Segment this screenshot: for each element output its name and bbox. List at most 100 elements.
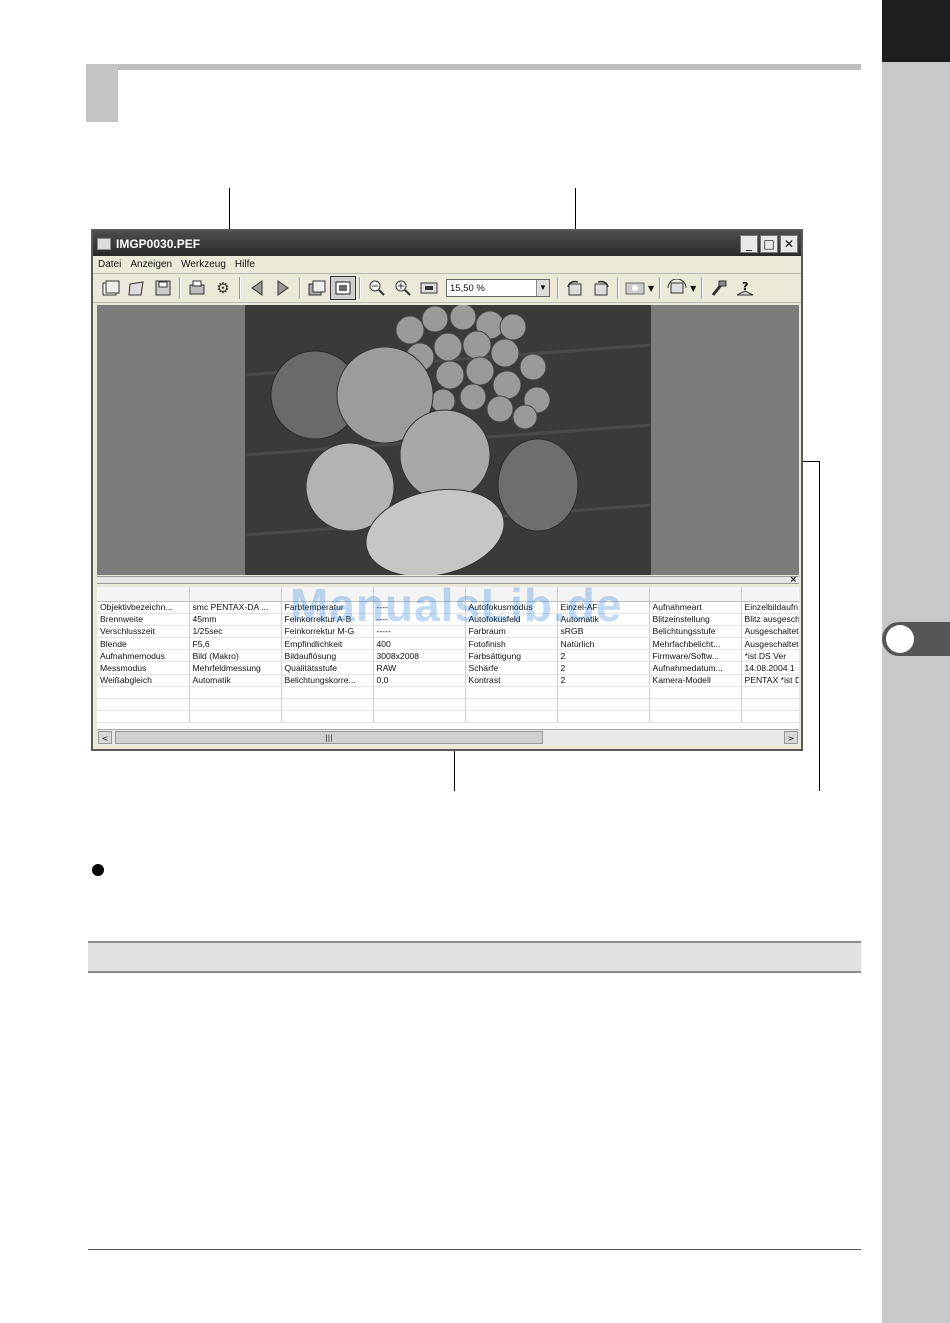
section-title-line — [86, 64, 861, 70]
table-cell: Blitz ausgesch — [741, 613, 799, 626]
table-cell: 2 — [557, 674, 650, 687]
table-cell: Blitzeinstellung — [649, 613, 742, 626]
table-cell: Bild (Makro) — [189, 649, 282, 663]
toolbar-separator — [617, 277, 619, 299]
table-cell: 1/25sec — [189, 625, 282, 639]
table-cell: Brennweite — [97, 613, 190, 626]
table-cell: 2 — [557, 661, 650, 675]
scroll-thumb[interactable]: ||| — [115, 731, 543, 744]
image-viewer[interactable] — [97, 305, 799, 575]
table-row-empty — [97, 710, 799, 724]
table-cell: Fotofinish — [465, 637, 558, 651]
table-row: Blende F5,6 Empfindlichkeit 400 Fotofini… — [97, 637, 799, 651]
table-cell: 14.08.2004 1 — [741, 661, 799, 675]
minimize-button[interactable]: _ — [740, 234, 758, 253]
table-cell: RAW — [373, 661, 466, 675]
toolbar-separator — [179, 277, 181, 299]
table-cell: Belichtungsstufe — [649, 625, 742, 639]
table-cell: Aufnahmedatum... — [649, 661, 742, 675]
close-info-panel-icon[interactable]: × — [789, 575, 797, 585]
table-cell: Ausgeschaltet — [741, 637, 799, 651]
table-cell: Kontrast — [465, 674, 558, 687]
table-cell: Automatik — [189, 674, 282, 687]
print-icon[interactable] — [184, 276, 210, 300]
table-cell: Aufnahmemodus — [97, 649, 190, 663]
callout-line-viewer-vertical — [819, 461, 820, 791]
rotate-left-icon[interactable] — [562, 276, 588, 300]
table-cell: Mehrfeldmessung — [189, 661, 282, 675]
table-cell: *ist DS Ver — [741, 649, 799, 663]
table-cell: Blende — [97, 637, 190, 651]
bullet-point — [92, 864, 104, 876]
viewer-window: IMGP0030.PEF _ □ ✕ Datei Anzeigen Werkze… — [91, 229, 803, 751]
zoom-out-icon[interactable] — [364, 276, 390, 300]
toolbar-separator — [359, 277, 361, 299]
display-mode-icon[interactable] — [622, 276, 648, 300]
menu-hilfe[interactable]: Hilfe — [235, 259, 255, 270]
save-icon[interactable] — [150, 276, 176, 300]
table-cell: PENTAX *ist D — [741, 674, 799, 687]
fullscreen-icon[interactable] — [304, 276, 330, 300]
table-cell: 2 — [557, 649, 650, 663]
open-folder-icon[interactable] — [124, 276, 150, 300]
zoom-value: 15,50 % — [450, 282, 485, 294]
table-cell: Weißabgleich — [97, 674, 190, 687]
section-title-block — [86, 64, 118, 122]
toolbar: ⚙ 15,50 % ▼ ▼ ▼ ? — [93, 273, 801, 303]
table-cell: 45mm — [189, 613, 282, 626]
toolbar-separator — [659, 277, 662, 299]
adjust-tool-icon[interactable] — [706, 276, 732, 300]
table-cell: Mehrfachbelicht... — [649, 637, 742, 651]
table-cell: Belichtungskorre... — [281, 674, 374, 687]
new-window-icon[interactable] — [98, 276, 124, 300]
zoom-in-icon[interactable] — [390, 276, 416, 300]
table-header-bar — [88, 941, 861, 973]
table-row-empty — [97, 686, 799, 700]
window-titlebar: IMGP0030.PEF _ □ ✕ — [93, 231, 801, 256]
toolbar-separator — [557, 277, 559, 299]
table-cell: Messmodus — [97, 661, 190, 675]
transform-dropdown-icon[interactable]: ▼ — [690, 284, 696, 293]
table-cell: Kamera-Modell — [649, 674, 742, 687]
maximize-button[interactable]: □ — [760, 234, 778, 253]
actual-size-icon[interactable] — [416, 276, 442, 300]
display-mode-dropdown-icon[interactable]: ▼ — [648, 284, 654, 293]
close-button[interactable]: ✕ — [780, 234, 798, 253]
menu-werkzeug[interactable]: Werkzeug — [181, 259, 226, 270]
app-icon — [97, 237, 111, 250]
fit-window-icon[interactable] — [330, 276, 356, 300]
table-row: Weißabgleich Automatik Belichtungskorre.… — [97, 674, 799, 687]
table-row: Aufnahmemodus Bild (Makro) Bildauflösung… — [97, 649, 799, 663]
settings-gear-icon[interactable]: ⚙ — [210, 276, 236, 300]
help-icon[interactable]: ? — [732, 276, 758, 300]
table-cell: Schärfe — [465, 661, 558, 675]
table-cell: Empfindlichkeit — [281, 637, 374, 651]
table-cell: Ausgeschaltet — [741, 625, 799, 639]
table-cell: Objektivbezeichn... — [97, 601, 190, 614]
table-cell: Einzelbildaufn — [741, 601, 799, 614]
page-bottom-rule — [88, 1249, 861, 1250]
transform-icon[interactable] — [664, 276, 690, 300]
table-cell: 0,0 — [373, 674, 466, 687]
table-cell: Aufnahmeart — [649, 601, 742, 614]
menu-bar: Datei Anzeigen Werkzeug Hilfe — [93, 256, 801, 273]
scroll-right-icon[interactable]: > — [784, 731, 798, 744]
table-cell: 3008x2008 — [373, 649, 466, 663]
svg-text:?: ? — [742, 280, 748, 293]
toolbar-separator — [299, 277, 301, 299]
table-cell: 400 — [373, 637, 466, 651]
menu-datei[interactable]: Datei — [98, 259, 121, 270]
photo-fruit-still-life — [245, 305, 651, 575]
menu-anzeigen[interactable]: Anzeigen — [130, 259, 172, 270]
table-cell: Qualitätsstufe — [281, 661, 374, 675]
rotate-right-icon[interactable] — [588, 276, 614, 300]
scroll-left-icon[interactable]: < — [98, 731, 112, 744]
previous-icon[interactable] — [244, 276, 270, 300]
horizontal-scrollbar[interactable]: < ||| > — [97, 729, 799, 745]
table-cell: Firmware/Softw... — [649, 649, 742, 663]
chevron-down-icon[interactable]: ▼ — [536, 280, 549, 296]
table-cell: smc PENTAX-DA ... — [189, 601, 282, 614]
zoom-select[interactable]: 15,50 % ▼ — [446, 279, 550, 297]
table-row-empty — [97, 698, 799, 712]
next-icon[interactable] — [270, 276, 296, 300]
